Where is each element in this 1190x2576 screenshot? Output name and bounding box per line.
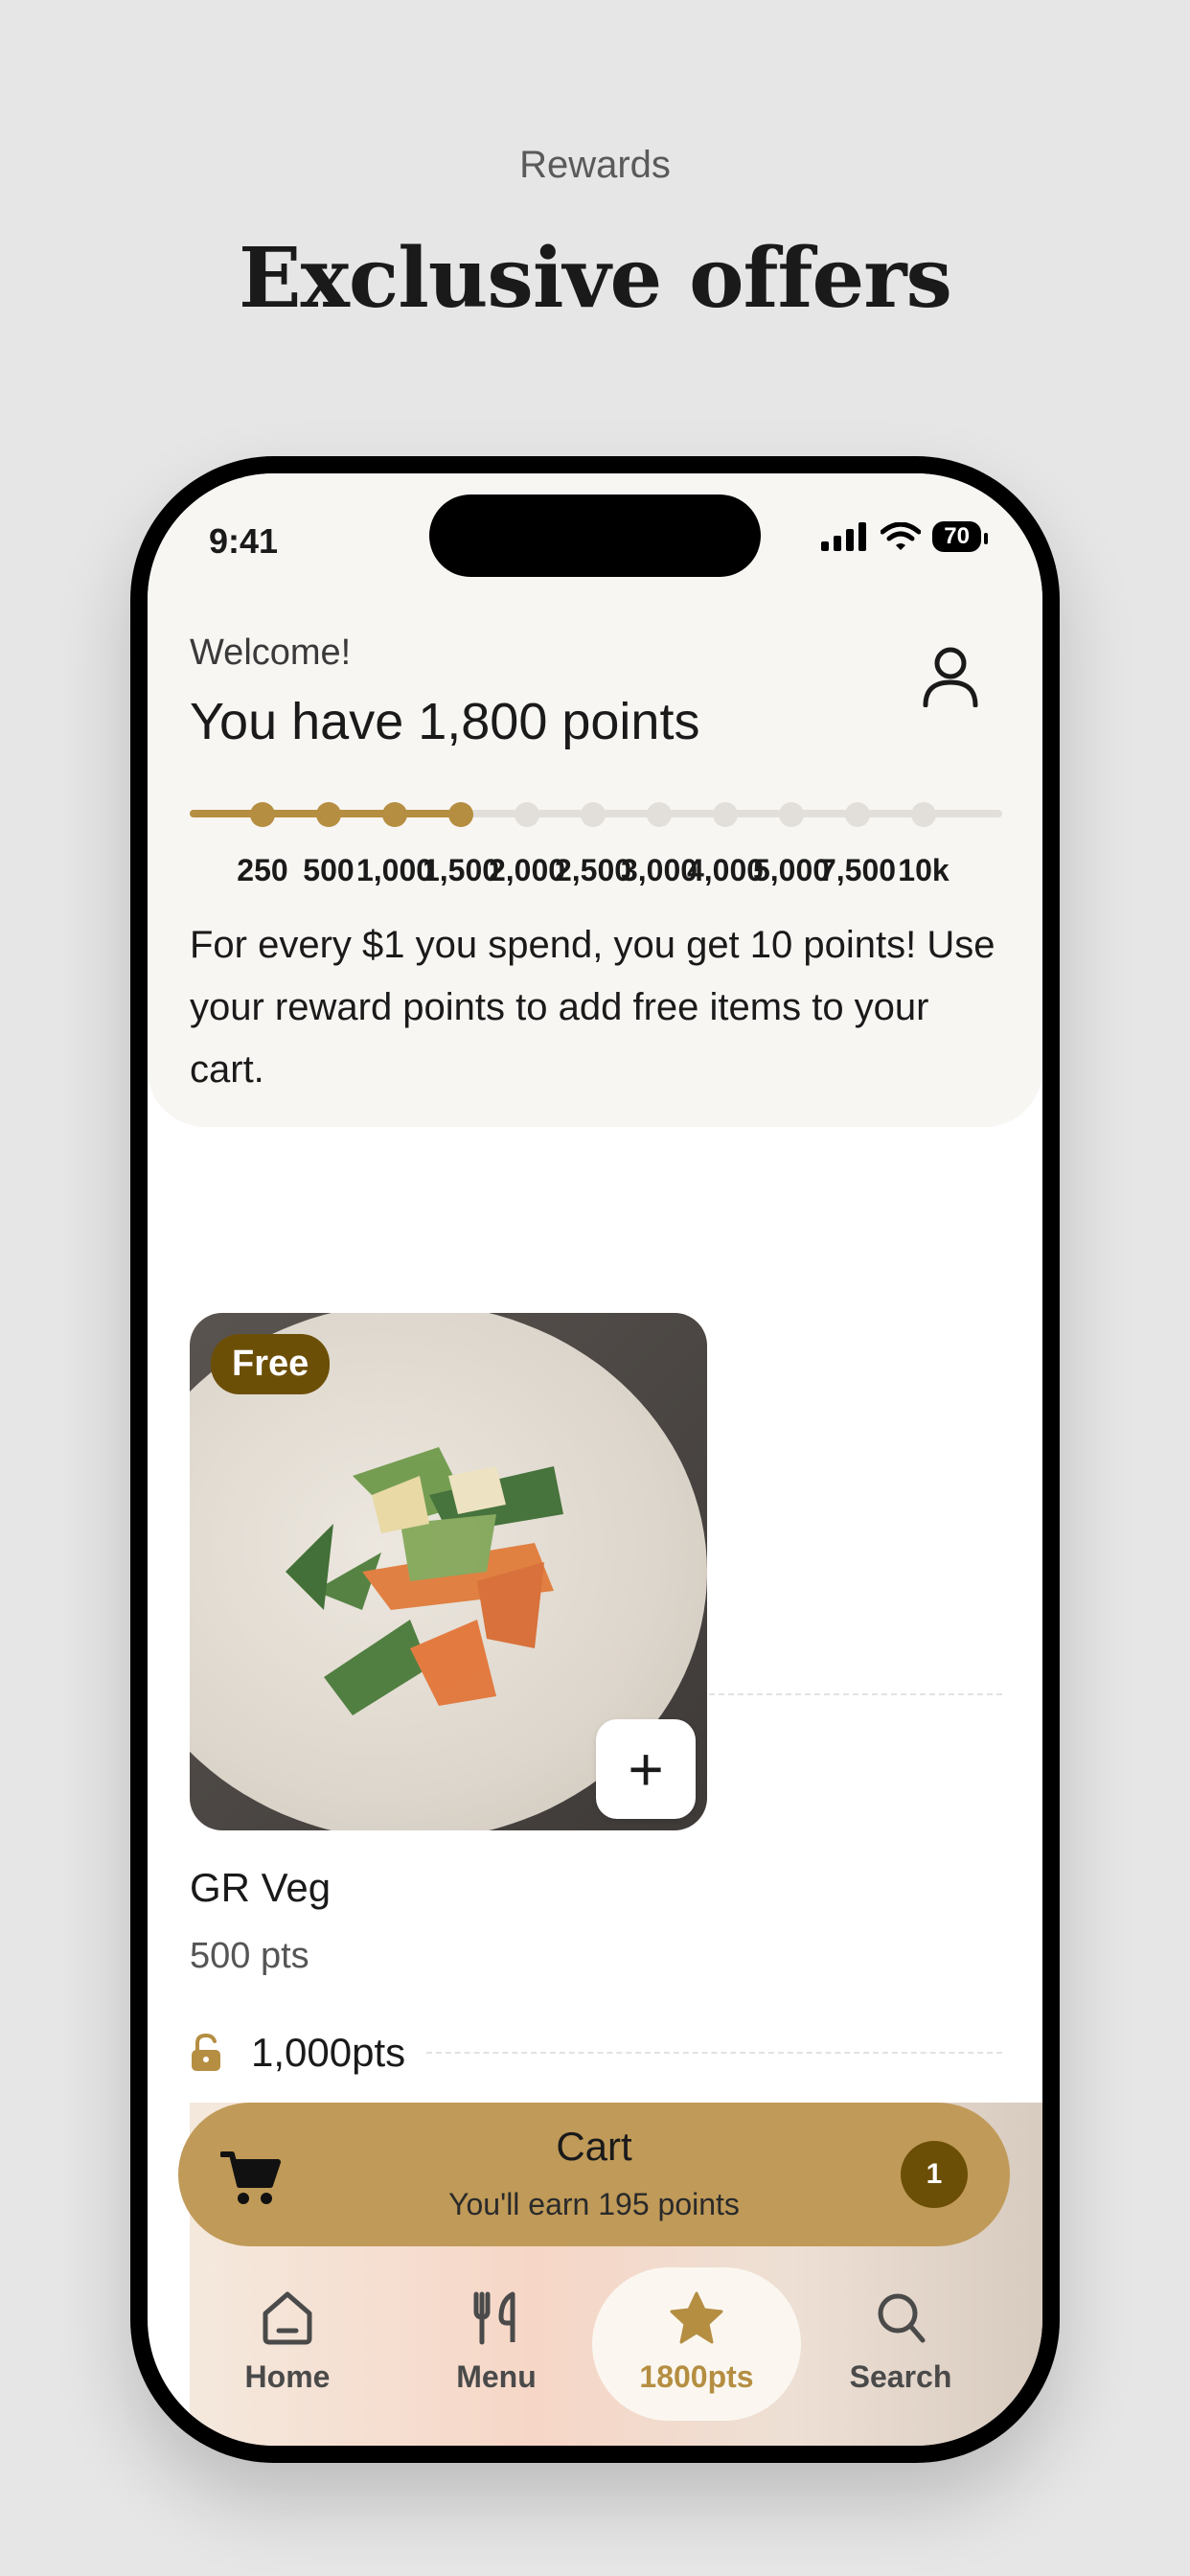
tier-label: 7,500 — [818, 853, 897, 887]
tab-home[interactable]: Home — [192, 2267, 383, 2421]
battery-indicator: 70 — [932, 521, 988, 552]
tier-marker — [647, 802, 672, 827]
wifi-icon — [881, 522, 922, 550]
section-header-1000: 1,000pts — [190, 2024, 1002, 2082]
app-screen: 9:41 70 Welcome! You have 1,800 points F… — [148, 473, 1042, 2446]
section-divider — [426, 2052, 1002, 2054]
tab-menu[interactable]: Menu — [400, 2267, 592, 2421]
tier-marker — [779, 802, 804, 827]
welcome-text: Welcome! — [190, 632, 352, 673]
profile-icon[interactable] — [922, 646, 979, 707]
reward-item-card[interactable]: Free + — [190, 1313, 707, 1830]
section-label: 1,000pts — [251, 2030, 406, 2075]
free-badge: Free — [211, 1334, 331, 1394]
page-eyebrow: Rewards — [519, 144, 671, 186]
tab-label: Search — [849, 2359, 952, 2394]
search-icon — [878, 2293, 926, 2343]
tab-search[interactable]: Search — [805, 2267, 996, 2421]
status-indicators: 70 — [821, 521, 988, 552]
tab-label: Menu — [456, 2359, 537, 2394]
tier-marker — [581, 802, 606, 827]
rewards-explainer: For every $1 you spend, you get 10 point… — [190, 924, 995, 1091]
points-balance-title: You have 1,800 points — [190, 693, 700, 750]
tier-marker — [911, 802, 936, 827]
star-icon — [670, 2291, 723, 2344]
cart-earn-points: You'll earn 195 points — [448, 2187, 740, 2221]
cellular-signal-icon — [821, 522, 867, 551]
tab-label: Home — [244, 2359, 331, 2394]
fork-knife-icon — [473, 2291, 515, 2345]
cart-count-badge: 1 — [901, 2141, 968, 2208]
tier-marker — [316, 802, 341, 827]
tier-marker — [845, 802, 870, 827]
phone-frame: 9:41 70 Welcome! You have 1,800 points F… — [130, 456, 1060, 2463]
tier-label: 250 — [237, 853, 288, 887]
tab-label: 1800pts — [639, 2359, 754, 2394]
unlocked-icon — [192, 2033, 220, 2071]
tier-marker — [250, 802, 275, 827]
cart-bar[interactable]: Cart You'll earn 195 points 1 — [178, 2103, 1010, 2246]
tier-marker — [448, 802, 473, 827]
dynamic-island — [429, 494, 761, 577]
status-time: 9:41 — [209, 521, 279, 561]
page-headline: Exclusive offers — [239, 230, 952, 327]
tier-marker — [713, 802, 738, 827]
tab-bar: Home Menu 1800pts Search — [148, 2267, 1042, 2446]
tier-marker — [382, 802, 407, 827]
cart-title: Cart — [556, 2124, 632, 2169]
home-icon — [263, 2291, 312, 2345]
item-name: GR Veg — [190, 1865, 332, 1910]
add-to-cart-button[interactable]: + — [596, 1719, 696, 1819]
tab-rewards[interactable]: 1800pts — [592, 2267, 801, 2421]
item-points: 500 pts — [190, 1936, 309, 1976]
tier-label: 10k — [898, 853, 950, 887]
food-image — [286, 1447, 563, 1715]
tier-marker — [515, 802, 539, 827]
tier-label: 500 — [303, 853, 355, 887]
